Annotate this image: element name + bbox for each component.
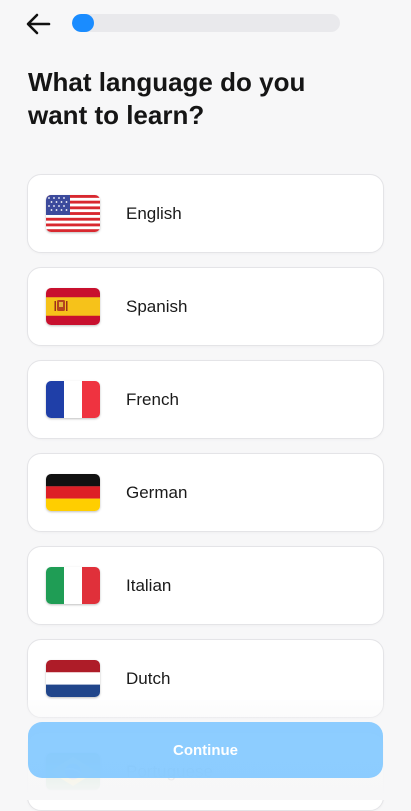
language-option-spanish[interactable]: Spanish <box>27 267 384 346</box>
progress-fill <box>72 14 94 32</box>
arrow-left-icon <box>26 13 51 35</box>
language-label: Dutch <box>126 669 171 688</box>
language-label: German <box>126 483 188 502</box>
top-bar <box>0 0 411 48</box>
netherlands-flag-icon <box>46 660 100 697</box>
language-label: Italian <box>126 576 172 595</box>
language-option-french[interactable]: French <box>27 360 384 439</box>
language-option-dutch[interactable]: Dutch <box>27 639 384 718</box>
spain-flag-icon <box>46 288 100 325</box>
back-button[interactable] <box>22 10 54 38</box>
language-label: French <box>126 390 179 409</box>
language-label: Spanish <box>126 297 188 316</box>
us-flag-icon <box>46 195 100 232</box>
page-title: What language do you want to learn? <box>28 67 306 130</box>
language-option-german[interactable]: German <box>27 453 384 532</box>
language-option-english[interactable]: English <box>27 174 384 253</box>
france-flag-icon <box>46 381 100 418</box>
germany-flag-icon <box>46 474 100 511</box>
continue-button[interactable]: Continue <box>28 722 383 778</box>
language-option-italian[interactable]: Italian <box>27 546 384 625</box>
language-label: English <box>126 204 182 223</box>
progress-bar <box>72 14 340 32</box>
italy-flag-icon <box>46 567 100 604</box>
